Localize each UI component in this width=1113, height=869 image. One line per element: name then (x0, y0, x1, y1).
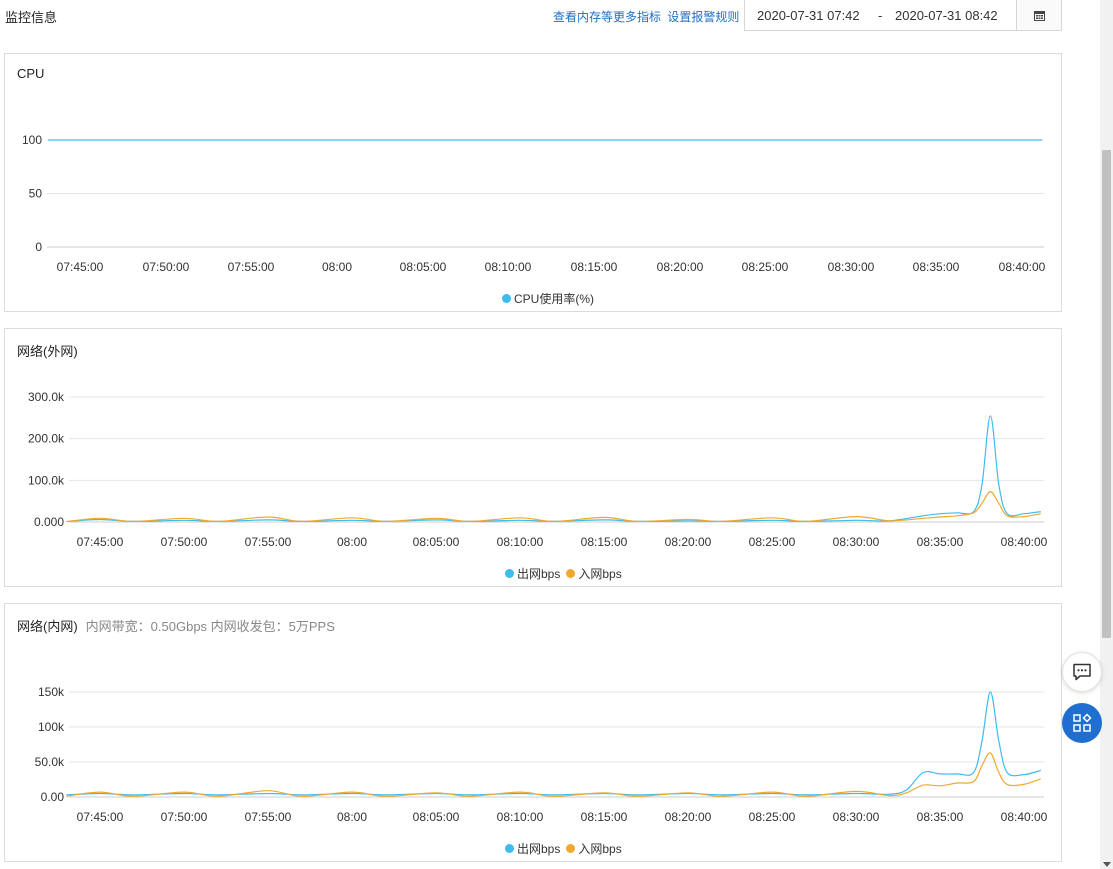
legend-label: 入网bps (578, 842, 622, 856)
x-tick-label: 08:35:00 (913, 260, 960, 274)
x-tick-label: 08:10:00 (497, 810, 544, 824)
series-line-1[interactable] (66, 752, 1041, 797)
scrollbar-thumb[interactable] (1102, 150, 1111, 638)
legend-label: 出网bps (517, 842, 561, 856)
x-tick-label: 08:00 (337, 810, 367, 824)
page-scrollbar[interactable] (1100, 0, 1113, 869)
legend-label: 出网bps (517, 567, 561, 581)
x-tick-label: 08:40:00 (999, 260, 1046, 274)
x-tick-label: 08:00 (322, 260, 352, 274)
legend-label: 入网bps (578, 567, 622, 581)
y-tick-label: 300.0k (28, 390, 65, 404)
legend-item[interactable]: CPU使用率(%) (502, 290, 594, 307)
x-tick-label: 08:30:00 (833, 535, 880, 549)
cpu-chart-panel: CPU 0 50 100 07:45:00 07:50:00 07:55:00 08:00 0… (4, 53, 1062, 312)
feedback-chat-button[interactable] (1062, 652, 1102, 692)
x-tick-label: 07:55:00 (245, 810, 292, 824)
x-tick-label: 08:10:00 (497, 535, 544, 549)
x-tick-label: 07:45:00 (77, 535, 124, 549)
x-tick-label: 08:35:00 (917, 535, 964, 549)
legend-dot-icon (505, 844, 514, 853)
x-tick-label: 08:25:00 (749, 810, 796, 824)
series-line-0[interactable] (66, 691, 1041, 796)
legend-dot-icon (566, 844, 576, 853)
y-tick-label: 200.0k (28, 432, 65, 446)
series-line-1[interactable] (66, 490, 1041, 523)
date-range-picker[interactable]: 2020-07-31 07:42 - 2020-07-31 08:42 (744, 0, 1062, 31)
x-tick-label: 08:35:00 (917, 810, 964, 824)
x-tick-label: 08:40:00 (1001, 810, 1048, 824)
x-tick-label: 08:05:00 (413, 535, 460, 549)
wan-chart-legend[interactable]: 出网bps 入网bps (505, 565, 628, 582)
x-tick-label: 08:20:00 (665, 810, 712, 824)
y-tick-label: 100 (22, 133, 42, 147)
cpu-chart[interactable]: 0 50 100 07:45:00 07:50:00 07:55:00 08:00 08:05… (5, 54, 1063, 313)
x-tick-label: 08:00 (337, 535, 367, 549)
page-title: 监控信息 (5, 10, 58, 25)
y-tick-label: 150k (38, 685, 65, 699)
x-tick-label: 08:10:00 (485, 260, 532, 274)
apps-icon (1073, 713, 1092, 732)
y-tick-label: 100.0k (28, 473, 65, 487)
wan-network-chart[interactable]: 0.000 100.0k 200.0k 300.0k 07:45:00 07:50:00 0… (5, 329, 1063, 588)
x-tick-label: 07:45:00 (77, 810, 124, 824)
x-tick-label: 08:15:00 (581, 810, 628, 824)
x-tick-label: 08:40:00 (1001, 535, 1048, 549)
calendar-button[interactable] (1016, 0, 1061, 30)
cpu-chart-legend[interactable]: CPU使用率(%) (502, 290, 600, 307)
legend-dot-icon (502, 294, 511, 303)
x-tick-label: 08:25:00 (749, 535, 796, 549)
legend-item[interactable]: 出网bps (505, 840, 560, 857)
more-metrics-link[interactable]: 查看内存等更多指标 (553, 10, 661, 24)
legend-item[interactable]: 入网bps (566, 565, 622, 582)
y-tick-label: 50 (29, 187, 43, 201)
x-tick-label: 07:50:00 (143, 260, 190, 274)
top-links: 查看内存等更多指标 设置报警规则 (553, 8, 739, 25)
x-tick-label: 07:45:00 (57, 260, 104, 274)
y-tick-label: 0 (35, 240, 42, 254)
x-tick-label: 08:20:00 (657, 260, 704, 274)
x-tick-label: 08:05:00 (413, 810, 460, 824)
scroll-down-arrow-icon[interactable] (1103, 862, 1111, 867)
top-bar: 监控信息 查看内存等更多指标 设置报警规则 2020-07-31 07:42 -… (0, 0, 1062, 31)
alarm-rules-link[interactable]: 设置报警规则 (667, 10, 739, 24)
lan-chart-legend[interactable]: 出网bps 入网bps (505, 840, 628, 857)
x-tick-label: 07:55:00 (228, 260, 275, 274)
x-tick-label: 08:30:00 (833, 810, 880, 824)
date-range-start[interactable]: 2020-07-31 07:42 (757, 8, 860, 23)
wan-network-chart-panel: 网络(外网) 0.000 100.0k 200.0k 300.0k 07:45:00 07… (4, 328, 1062, 587)
x-tick-label: 08:30:00 (828, 260, 875, 274)
x-tick-label: 08:15:00 (571, 260, 618, 274)
y-tick-label: 0.000 (34, 515, 64, 529)
x-tick-label: 07:50:00 (161, 535, 208, 549)
x-tick-label: 08:20:00 (665, 535, 712, 549)
y-tick-label: 100k (38, 720, 65, 734)
lan-network-chart[interactable]: 0.00 50.0k 100k 150k 07:45:00 07:50:00 07:55:0… (5, 604, 1063, 863)
legend-item[interactable]: 出网bps (505, 565, 560, 582)
legend-item[interactable]: 入网bps (566, 840, 622, 857)
y-tick-label: 0.00 (41, 790, 65, 804)
date-range-end[interactable]: 2020-07-31 08:42 (895, 8, 998, 23)
calendar-icon (1033, 10, 1045, 21)
legend-dot-icon (566, 569, 576, 578)
x-tick-label: 08:15:00 (581, 535, 628, 549)
apps-button[interactable] (1062, 703, 1102, 743)
x-tick-label: 07:55:00 (245, 535, 292, 549)
series-line-0[interactable] (66, 415, 1041, 523)
date-range-separator: - (878, 8, 883, 23)
legend-dot-icon (505, 569, 514, 578)
y-tick-label: 50.0k (35, 755, 65, 769)
x-tick-label: 08:25:00 (742, 260, 789, 274)
lan-network-chart-panel: 网络(内网) 内网带宽：0.50Gbps 内网收发包：5万PPS 0.00 50.0… (4, 603, 1062, 862)
x-tick-label: 08:05:00 (400, 260, 447, 274)
x-tick-label: 07:50:00 (161, 810, 208, 824)
legend-label: CPU使用率(%) (514, 292, 594, 306)
chat-icon (1073, 663, 1091, 681)
